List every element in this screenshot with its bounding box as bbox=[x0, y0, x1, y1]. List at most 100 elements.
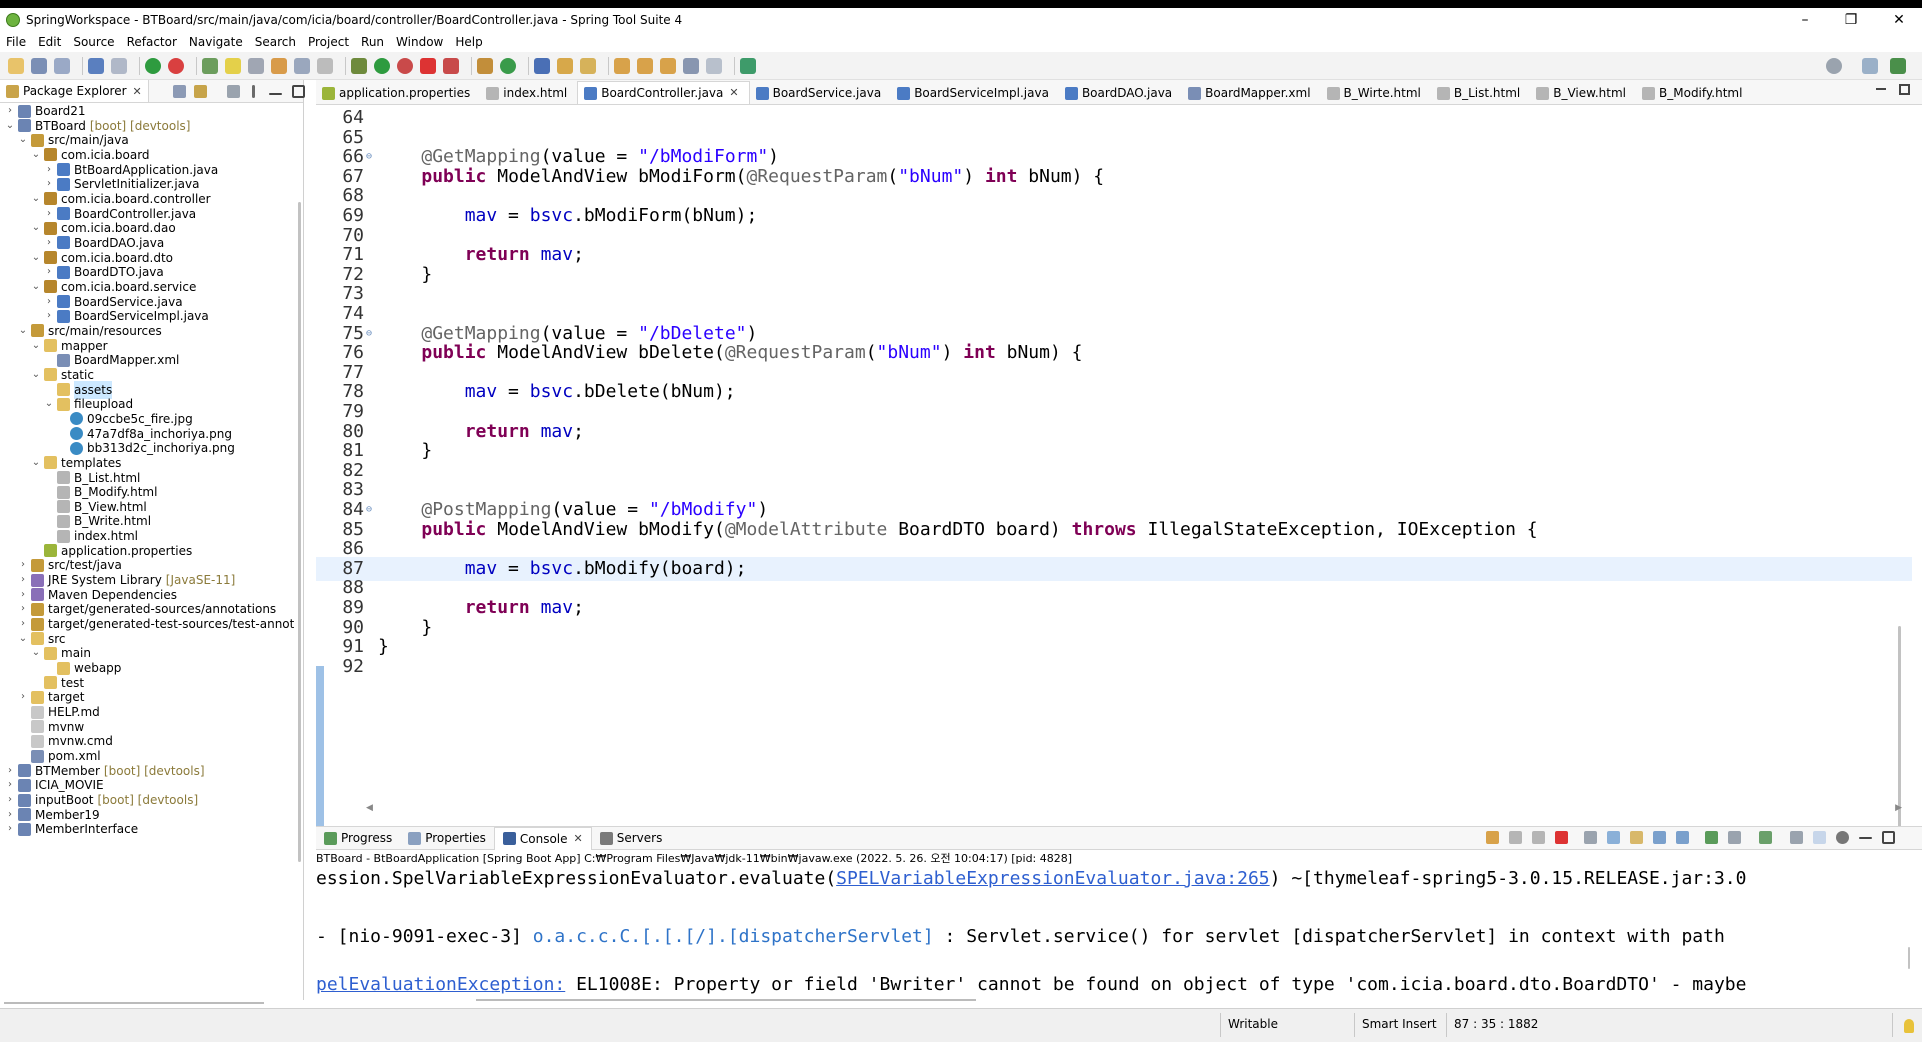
menu-window[interactable]: Window bbox=[390, 35, 449, 49]
expand-twisty-icon[interactable]: ⌄ bbox=[30, 190, 42, 208]
open-console-link-icon[interactable] bbox=[1486, 831, 1499, 844]
expand-twisty-icon[interactable]: ⌄ bbox=[30, 219, 42, 237]
run-last-icon[interactable] bbox=[397, 57, 413, 74]
open-type-icon[interactable] bbox=[534, 57, 550, 74]
expand-twisty-icon[interactable]: ⌄ bbox=[30, 249, 42, 267]
new-class-icon[interactable] bbox=[500, 57, 516, 74]
expand-twisty-icon[interactable]: ⌄ bbox=[17, 131, 29, 149]
tab-package-explorer[interactable]: Package Explorer ✕ bbox=[0, 80, 149, 102]
expand-twisty-icon[interactable]: ⌄ bbox=[30, 366, 42, 384]
save-all-icon[interactable] bbox=[54, 57, 70, 74]
close-icon[interactable]: ✕ bbox=[574, 832, 583, 845]
maximize-button[interactable]: ❐ bbox=[1828, 8, 1874, 32]
code-line[interactable]: 92 bbox=[316, 655, 1912, 679]
menu-edit[interactable]: Edit bbox=[32, 35, 67, 49]
expand-twisty-icon[interactable]: ⌄ bbox=[17, 322, 29, 340]
maximize-view-icon[interactable] bbox=[291, 84, 305, 98]
menu-help[interactable]: Help bbox=[449, 35, 488, 49]
explorer-horizontal-scrollbar[interactable] bbox=[4, 1002, 264, 1004]
expand-twisty-icon[interactable]: ⌄ bbox=[30, 146, 42, 164]
editor-tab[interactable]: B_Modify.html bbox=[1636, 82, 1752, 104]
open-folder-icon[interactable] bbox=[557, 57, 573, 74]
expand-twisty-icon[interactable]: ⌄ bbox=[17, 630, 29, 648]
copy-console-icon[interactable] bbox=[1790, 831, 1803, 844]
terminal-icon[interactable] bbox=[88, 57, 104, 74]
editor-horizontal-scrollbar[interactable]: ◀ ▶ bbox=[366, 803, 1902, 813]
debug-icon[interactable] bbox=[351, 57, 367, 74]
search-toolbar-icon[interactable] bbox=[580, 57, 596, 74]
forward-icon[interactable] bbox=[706, 57, 722, 74]
console-vertical-scrollbar[interactable] bbox=[1908, 947, 1910, 969]
open-perspective-icon[interactable] bbox=[1862, 58, 1878, 74]
menu-run[interactable]: Run bbox=[355, 35, 390, 49]
tab-progress[interactable]: Progress bbox=[316, 827, 400, 849]
pin-console-icon[interactable] bbox=[1705, 831, 1718, 844]
display-console-icon[interactable] bbox=[1728, 831, 1741, 844]
console-horizontal-scrollbar[interactable] bbox=[476, 999, 976, 1001]
mark-occurrences-icon[interactable] bbox=[225, 57, 241, 74]
scroll-lock-icon[interactable] bbox=[1607, 831, 1620, 844]
scroll-right-icon[interactable]: ▶ bbox=[1895, 803, 1902, 813]
menu-refactor[interactable]: Refactor bbox=[121, 35, 183, 49]
close-icon[interactable]: ✕ bbox=[729, 82, 738, 104]
menu-navigate[interactable]: Navigate bbox=[183, 35, 249, 49]
tab-properties[interactable]: Properties bbox=[400, 827, 494, 849]
remove-launch-icon[interactable] bbox=[1509, 831, 1522, 844]
save-icon[interactable] bbox=[31, 57, 47, 74]
status-insert-mode[interactable]: Smart Insert bbox=[1362, 1017, 1437, 1031]
stop-icon[interactable] bbox=[420, 57, 436, 74]
editor-tab[interactable]: B_View.html bbox=[1530, 82, 1636, 104]
block-selection-icon[interactable] bbox=[248, 57, 264, 74]
word-wrap-icon[interactable] bbox=[294, 57, 310, 74]
annotation-icon[interactable] bbox=[271, 57, 287, 74]
expand-twisty-icon[interactable]: ⌄ bbox=[43, 395, 55, 413]
menu-search[interactable]: Search bbox=[249, 35, 302, 49]
editor-tab[interactable]: application.properties bbox=[316, 82, 480, 104]
run-icon[interactable] bbox=[374, 57, 390, 74]
editor-tab[interactable]: BoardMapper.xml bbox=[1182, 82, 1320, 104]
scroll-left-icon[interactable]: ◀ bbox=[366, 803, 373, 813]
menu-source[interactable]: Source bbox=[67, 35, 120, 49]
maximize-editor-icon[interactable] bbox=[1899, 84, 1910, 95]
previous-annotation-icon[interactable] bbox=[637, 57, 653, 74]
editor-tab[interactable]: BoardService.java bbox=[750, 82, 892, 104]
filter-icon[interactable] bbox=[226, 84, 240, 98]
expand-twisty-icon[interactable]: › bbox=[4, 820, 16, 838]
terminate-icon[interactable] bbox=[1555, 831, 1568, 844]
pin-editor-icon[interactable] bbox=[740, 57, 756, 74]
view-menu-icon[interactable] bbox=[251, 84, 255, 98]
editor-tab[interactable]: BoardServiceImpl.java bbox=[891, 82, 1059, 104]
collapse-all-icon[interactable] bbox=[172, 84, 186, 98]
remove-all-terminated-icon[interactable] bbox=[1532, 831, 1545, 844]
spring-boot-icon[interactable] bbox=[145, 57, 161, 74]
external-tools-icon[interactable] bbox=[443, 57, 459, 74]
editor-tab[interactable]: index.html bbox=[480, 82, 577, 104]
syntax-highlight-icon[interactable] bbox=[1813, 831, 1826, 844]
expand-twisty-icon[interactable]: ⌄ bbox=[30, 278, 42, 296]
open-task-icon[interactable] bbox=[202, 57, 218, 74]
show-on-output-icon[interactable] bbox=[1653, 831, 1666, 844]
editor-tab[interactable]: B_Wirte.html bbox=[1321, 82, 1431, 104]
editor-tab[interactable]: BoardDAO.java bbox=[1059, 82, 1182, 104]
last-edit-location-icon[interactable] bbox=[660, 57, 676, 74]
editor-tab[interactable]: BoardController.java ✕ bbox=[577, 81, 750, 104]
clear-console-icon[interactable] bbox=[1584, 831, 1597, 844]
tip-lightbulb-icon[interactable] bbox=[1904, 1019, 1914, 1033]
new-java-project-icon[interactable] bbox=[477, 57, 493, 74]
link-with-editor-icon[interactable] bbox=[193, 84, 207, 98]
tab-servers[interactable]: Servers bbox=[592, 827, 671, 849]
expand-twisty-icon[interactable]: ⌄ bbox=[30, 337, 42, 355]
gear-icon[interactable] bbox=[1836, 831, 1849, 844]
expand-twisty-icon[interactable]: ⌄ bbox=[30, 644, 42, 662]
relaunch-icon[interactable] bbox=[168, 57, 184, 74]
back-icon[interactable] bbox=[683, 57, 699, 74]
word-wrap-console-icon[interactable] bbox=[1630, 831, 1643, 844]
editor-tab[interactable]: B_List.html bbox=[1431, 82, 1530, 104]
open-console-icon[interactable] bbox=[1759, 831, 1772, 844]
menu-file[interactable]: File bbox=[0, 35, 32, 49]
skip-breakpoints-icon[interactable] bbox=[111, 57, 127, 74]
menu-project[interactable]: Project bbox=[302, 35, 355, 49]
show-whitespace-icon[interactable] bbox=[317, 57, 333, 74]
new-icon[interactable] bbox=[8, 57, 24, 74]
spring-perspective-icon[interactable] bbox=[1890, 58, 1906, 74]
